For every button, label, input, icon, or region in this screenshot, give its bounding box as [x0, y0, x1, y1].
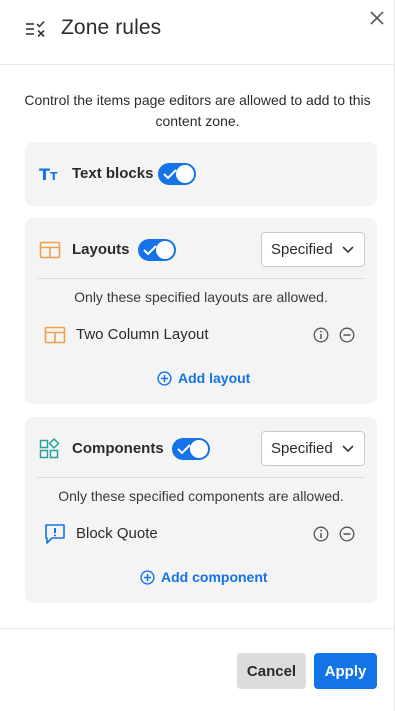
components-mode-value: Specified: [271, 440, 333, 457]
text-blocks-title: Text blocks: [72, 165, 154, 182]
add-layout-label: Add layout: [178, 370, 251, 386]
list-rules-icon: [26, 20, 45, 38]
svg-text:T: T: [50, 170, 58, 183]
component-item-label: Block Quote: [76, 525, 158, 542]
divider: [37, 278, 365, 279]
components-title: Components: [72, 440, 164, 457]
layouts-card: Layouts Specified Only these specified l…: [25, 218, 377, 404]
zone-rules-panel: Zone rules Control the items page editor…: [0, 0, 395, 711]
layout-icon: [39, 241, 61, 259]
text-blocks-toggle[interactable]: [158, 163, 196, 185]
layouts-mode-value: Specified: [271, 241, 333, 258]
apply-button[interactable]: Apply: [314, 653, 377, 689]
components-card: Components Specified Only these specifie…: [25, 417, 377, 603]
divider: [37, 477, 365, 478]
toggle-knob: [156, 241, 174, 259]
layouts-note: Only these specified layouts are allowed…: [74, 289, 328, 305]
add-layout-button[interactable]: Add layout: [157, 370, 250, 386]
add-component-button[interactable]: Add component: [140, 569, 268, 585]
toggle-knob: [190, 440, 208, 458]
panel-header: Zone rules: [0, 0, 395, 65]
layout-icon: [44, 326, 66, 344]
check-icon: [143, 245, 157, 256]
info-icon[interactable]: [313, 526, 329, 542]
footer-divider: [0, 628, 395, 629]
panel-title: Zone rules: [61, 16, 162, 39]
svg-text:T: T: [39, 165, 50, 184]
layout-item-label: Two Column Layout: [76, 326, 209, 343]
add-circle-icon: [157, 370, 172, 386]
remove-icon[interactable]: [339, 327, 355, 343]
close-icon[interactable]: [366, 7, 388, 29]
cancel-button[interactable]: Cancel: [237, 653, 306, 689]
text-size-icon: T T: [39, 165, 58, 184]
components-mode-select[interactable]: Specified: [261, 431, 365, 466]
remove-icon[interactable]: [339, 526, 355, 542]
components-note: Only these specified components are allo…: [58, 488, 344, 504]
add-circle-icon: [140, 569, 155, 585]
chevron-down-icon: [342, 246, 354, 254]
toggle-knob: [176, 165, 194, 183]
intro-text: Control the items page editors are allow…: [24, 92, 371, 129]
components-icon: [39, 438, 60, 459]
text-blocks-card: T T Text blocks: [25, 142, 377, 206]
check-icon: [163, 169, 177, 180]
info-icon[interactable]: [313, 327, 329, 343]
quote-icon: [45, 524, 65, 544]
layouts-title: Layouts: [72, 241, 130, 258]
layouts-toggle[interactable]: [138, 239, 176, 261]
chevron-down-icon: [342, 445, 354, 453]
check-icon: [177, 444, 191, 455]
components-toggle[interactable]: [172, 438, 210, 460]
add-component-label: Add component: [161, 569, 268, 585]
layouts-mode-select[interactable]: Specified: [261, 232, 365, 267]
